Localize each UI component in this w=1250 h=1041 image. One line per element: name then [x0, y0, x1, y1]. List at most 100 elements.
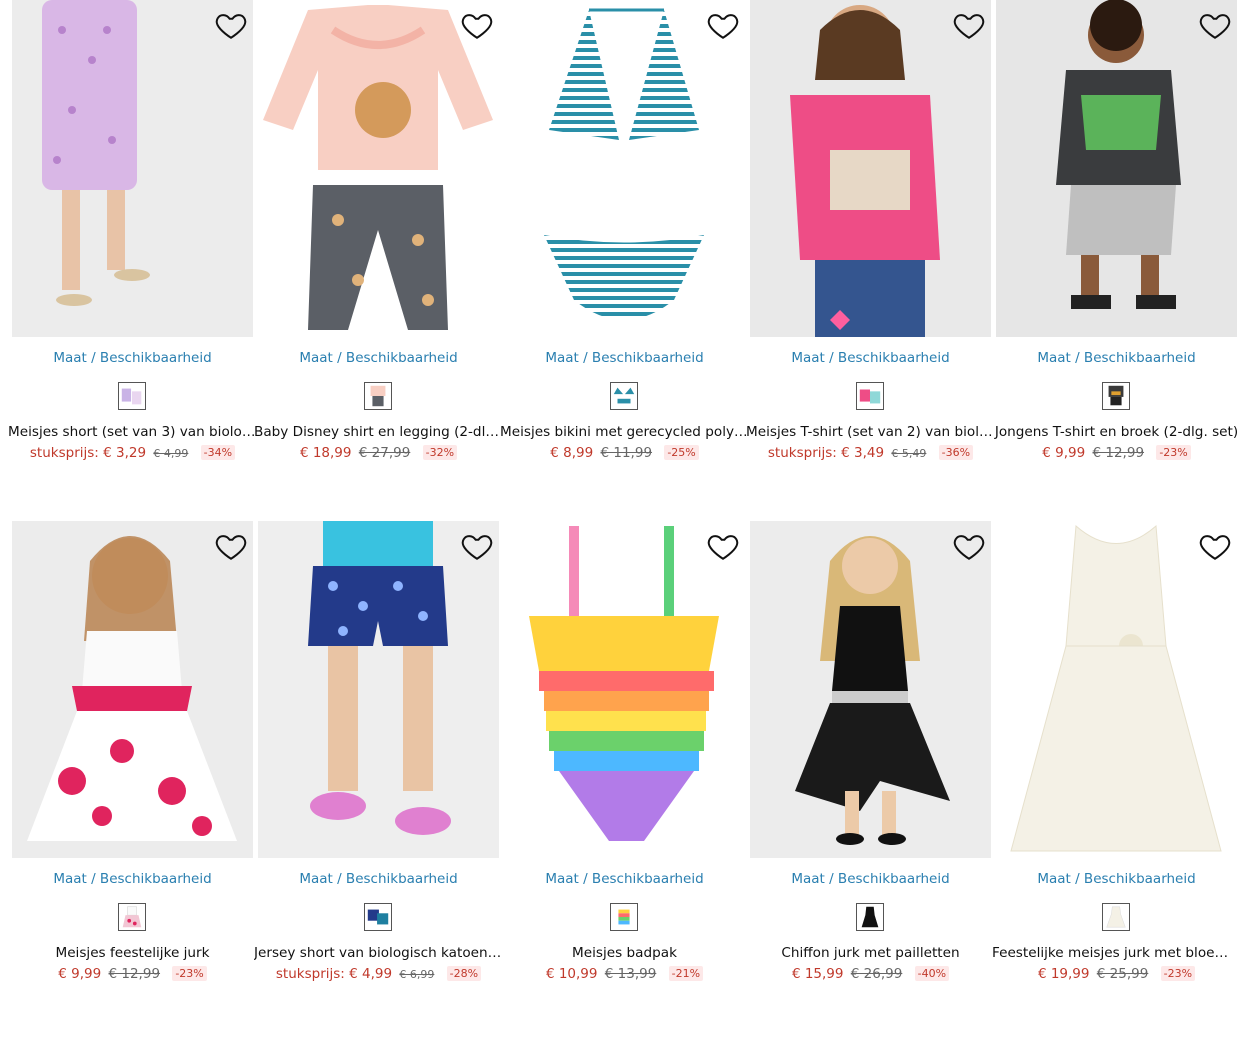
current-price: € 4,99 [349, 966, 393, 982]
swatch-thumb [613, 387, 635, 404]
product-card[interactable]: Maat / Beschikbaarheid Meisjes T-shirt (… [746, 0, 996, 470]
current-price: € 3,49 [841, 445, 885, 461]
old-price: € 11,99 [600, 445, 653, 461]
product-image[interactable] [12, 521, 253, 858]
product-card[interactable]: Maat / Beschikbaarheid Chiffon jurk met … [750, 521, 996, 991]
size-availability-link[interactable]: Maat / Beschikbaarheid [12, 871, 253, 887]
size-availability-link[interactable]: Maat / Beschikbaarheid [504, 350, 745, 366]
product-card[interactable]: Maat / Beschikbaarheid Jersey short van … [254, 521, 504, 991]
product-image[interactable] [996, 0, 1237, 337]
color-swatch[interactable] [856, 903, 884, 931]
price-prefix: stuksprijs: [767, 445, 842, 461]
size-availability-link[interactable]: Maat / Beschikbaarheid [996, 871, 1237, 887]
current-price: € 9,99 [58, 966, 102, 982]
price-row: € 10,99 € 13,99 -21% [504, 966, 745, 982]
product-title[interactable]: Jongens T-shirt en broek (2-dlg. set) [992, 424, 1241, 440]
product-title[interactable]: Baby Disney shirt en legging (2-dlg. … [254, 424, 503, 440]
color-swatch[interactable] [118, 903, 146, 931]
color-swatch[interactable] [610, 903, 638, 931]
product-photo [258, 0, 499, 337]
wishlist-heart-icon[interactable] [952, 529, 986, 563]
old-price: € 26,99 [850, 966, 903, 982]
swatch-thumb [861, 906, 879, 928]
size-availability-link[interactable]: Maat / Beschikbaarheid [504, 871, 745, 887]
product-image[interactable] [750, 0, 991, 337]
product-photo [750, 521, 991, 858]
swatch-thumb [122, 906, 142, 928]
old-price: € 12,99 [1092, 445, 1145, 461]
color-swatch[interactable] [118, 382, 146, 410]
wishlist-heart-icon[interactable] [214, 8, 248, 42]
product-photo [504, 0, 745, 337]
product-image[interactable] [504, 521, 745, 858]
color-swatch[interactable] [364, 382, 392, 410]
wishlist-heart-icon[interactable] [1198, 529, 1232, 563]
current-price: € 9,99 [1042, 445, 1086, 461]
current-price: € 19,99 [1037, 966, 1090, 982]
product-photo [258, 521, 499, 858]
wishlist-heart-icon[interactable] [460, 8, 494, 42]
size-availability-link[interactable]: Maat / Beschikbaarheid [12, 350, 253, 366]
size-availability-link[interactable]: Maat / Beschikbaarheid [750, 350, 991, 366]
swatch-thumb [121, 388, 142, 405]
swatch-thumb [367, 909, 389, 925]
product-card[interactable]: Maat / Beschikbaarheid Meisjes bikini me… [500, 0, 750, 470]
size-availability-link[interactable]: Maat / Beschikbaarheid [258, 871, 499, 887]
price-row: stuksprijs: € 4,99 € 6,99 -28% [258, 966, 499, 982]
old-price: € 12,99 [108, 966, 161, 982]
current-price: € 8,99 [550, 445, 594, 461]
color-swatch[interactable] [1102, 382, 1130, 410]
wishlist-heart-icon[interactable] [952, 8, 986, 42]
product-title[interactable]: Jersey short van biologisch katoen … [254, 945, 503, 961]
wishlist-heart-icon[interactable] [1198, 8, 1232, 42]
price-row: € 18,99 € 27,99 -32% [258, 445, 499, 461]
product-image[interactable] [258, 0, 499, 337]
product-image[interactable] [750, 521, 991, 858]
old-price: € 25,99 [1096, 966, 1149, 982]
wishlist-heart-icon[interactable] [706, 529, 740, 563]
product-card[interactable]: Maat / Beschikbaarheid Jongens T-shirt e… [995, 0, 1242, 470]
product-image[interactable] [258, 521, 499, 858]
discount-badge: -40% [914, 966, 950, 981]
old-price: € 5,49 [891, 447, 927, 460]
color-swatch[interactable] [610, 382, 638, 410]
product-card[interactable]: Maat / Beschikbaarheid Meisjes badpak € … [504, 521, 750, 991]
product-title[interactable]: Meisjes badpak [500, 945, 749, 961]
price-prefix: stuksprijs: [275, 966, 350, 982]
product-image[interactable] [996, 521, 1237, 858]
price-row: € 8,99 € 11,99 -25% [504, 445, 745, 461]
product-title[interactable]: Meisjes T-shirt (set van 2) van biolo… [746, 424, 995, 440]
color-swatch[interactable] [856, 382, 884, 410]
color-swatch[interactable] [364, 903, 392, 931]
wishlist-heart-icon[interactable] [706, 8, 740, 42]
product-card[interactable]: Maat / Beschikbaarheid Feestelijke meisj… [992, 521, 1242, 991]
swatch-thumb [859, 389, 881, 404]
size-availability-link[interactable]: Maat / Beschikbaarheid [750, 871, 991, 887]
wishlist-heart-icon[interactable] [214, 529, 248, 563]
product-card[interactable]: Maat / Beschikbaarheid Meisjes feestelij… [12, 521, 258, 991]
product-card[interactable]: Maat / Beschikbaarheid Meisjes short (se… [8, 0, 258, 470]
product-title[interactable]: Meisjes short (set van 3) van biologi… [8, 424, 257, 440]
product-title[interactable]: Chiffon jurk met pailletten [746, 945, 995, 961]
discount-badge: -21% [668, 966, 704, 981]
product-title[interactable]: Meisjes bikini met gerecycled polya… [500, 424, 749, 440]
swatch-thumb [1106, 906, 1126, 928]
size-availability-link[interactable]: Maat / Beschikbaarheid [996, 350, 1237, 366]
current-price: € 10,99 [545, 966, 598, 982]
color-swatch[interactable] [1102, 903, 1130, 931]
size-availability-link[interactable]: Maat / Beschikbaarheid [258, 350, 499, 366]
swatch-thumb [1108, 385, 1124, 406]
price-row: € 9,99 € 12,99 -23% [12, 966, 253, 982]
product-image[interactable] [504, 0, 745, 337]
product-image[interactable] [12, 0, 253, 337]
price-prefix: stuksprijs: [29, 445, 104, 461]
product-card[interactable]: Maat / Beschikbaarheid Baby Disney shirt… [254, 0, 504, 470]
product-title[interactable]: Meisjes feestelijke jurk [8, 945, 257, 961]
current-price: € 18,99 [299, 445, 352, 461]
current-price: € 3,29 [103, 445, 147, 461]
discount-badge: -23% [172, 966, 207, 981]
old-price: € 6,99 [399, 968, 435, 981]
price-row: stuksprijs: € 3,29 € 4,99 -34% [12, 445, 253, 461]
product-title[interactable]: Feestelijke meisjes jurk met bloem… [992, 945, 1241, 961]
wishlist-heart-icon[interactable] [460, 529, 494, 563]
